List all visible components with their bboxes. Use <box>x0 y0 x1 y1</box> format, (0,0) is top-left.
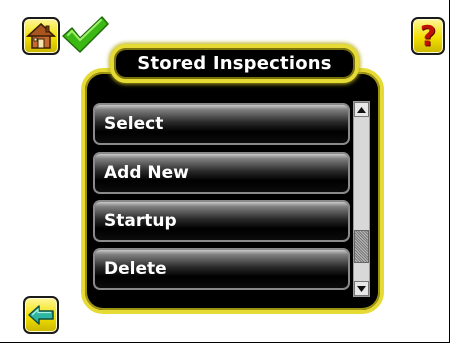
arrow-down-icon <box>357 285 366 292</box>
menu-item-label: Startup <box>104 211 177 231</box>
menu-item-label: Delete <box>104 259 167 279</box>
home-button[interactable] <box>22 17 60 55</box>
menu-item-label: Select <box>104 114 164 134</box>
arrow-up-icon <box>357 106 366 113</box>
help-button[interactable]: ? <box>411 17 445 55</box>
scroll-thumb[interactable] <box>354 230 369 263</box>
home-icon <box>26 22 56 49</box>
help-icon: ? <box>419 19 437 52</box>
menu-item-add-new[interactable]: Add New <box>93 152 350 194</box>
menu-item-label: Add New <box>104 163 189 183</box>
scroll-down-button[interactable] <box>354 281 369 296</box>
menu-item-delete[interactable]: Delete <box>93 248 350 290</box>
page-title: Stored Inspections <box>137 53 332 74</box>
title-bar: Stored Inspections <box>110 44 359 83</box>
back-arrow-icon <box>28 305 54 325</box>
menu-item-select[interactable]: Select <box>93 103 350 145</box>
checkmark-icon <box>62 16 109 53</box>
back-button[interactable] <box>23 296 59 334</box>
scrollbar[interactable] <box>353 101 370 297</box>
menu-item-startup[interactable]: Startup <box>93 200 350 242</box>
menu-list: Select Add New Startup Delete <box>93 101 350 297</box>
scroll-up-button[interactable] <box>354 102 369 117</box>
